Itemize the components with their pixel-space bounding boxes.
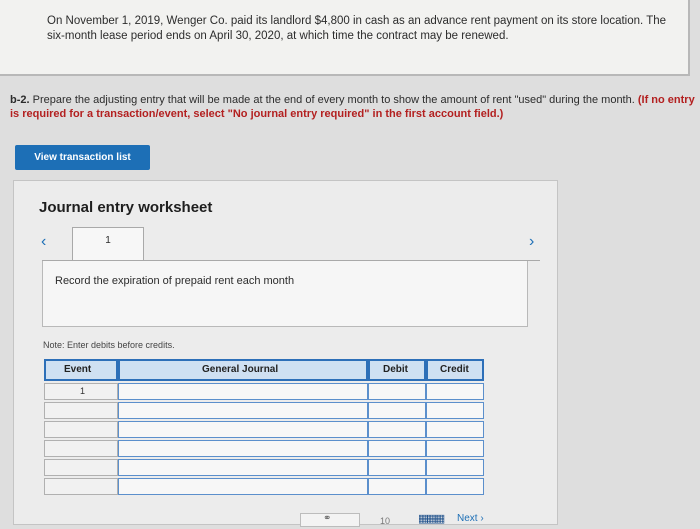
event-cell	[44, 459, 118, 476]
instruction: b-2. Prepare the adjusting entry that wi…	[10, 93, 698, 121]
account-field[interactable]	[118, 402, 368, 419]
event-cell: 1	[44, 383, 118, 400]
table-row	[44, 459, 484, 476]
view-transaction-list-button[interactable]: View transaction list	[15, 145, 150, 170]
description-box: Record the expiration of prepaid rent ea…	[42, 261, 528, 327]
debit-field[interactable]	[368, 421, 426, 438]
event-cell	[44, 421, 118, 438]
account-field[interactable]	[118, 383, 368, 400]
journal-entry-worksheet: Journal entry worksheet ‹ › 1 Record the…	[13, 180, 558, 525]
description-text: Record the expiration of prepaid rent ea…	[55, 275, 295, 287]
next-label: Next	[457, 513, 478, 524]
tab-1[interactable]: 1	[72, 227, 144, 261]
chevron-left-icon[interactable]: ‹	[41, 233, 46, 251]
debit-field[interactable]	[368, 478, 426, 495]
header-credit: Credit	[440, 364, 469, 375]
debit-field[interactable]	[368, 402, 426, 419]
table-row	[44, 478, 484, 495]
account-field[interactable]	[118, 478, 368, 495]
account-field[interactable]	[118, 440, 368, 457]
credit-field[interactable]	[426, 402, 484, 419]
credit-field[interactable]	[426, 478, 484, 495]
event-cell	[44, 440, 118, 457]
instruction-text: Prepare the adjusting entry that will be…	[32, 94, 635, 106]
event-cell	[44, 402, 118, 419]
chevron-right-icon: ›	[480, 513, 484, 524]
chevron-right-icon[interactable]: ›	[529, 233, 534, 251]
table-row: 1	[44, 383, 484, 400]
header-event: Event	[64, 364, 92, 375]
event-number: 1	[80, 386, 86, 396]
debit-field[interactable]	[368, 459, 426, 476]
journal-grid: Event General Journal Debit Credit 1	[44, 359, 484, 529]
footer-bar: ⚭ 10 ▦▦▦ Next ›	[300, 510, 540, 527]
credit-field[interactable]	[426, 421, 484, 438]
worksheet-title: Journal entry worksheet	[39, 199, 213, 216]
header-general-journal: General Journal	[202, 364, 279, 375]
account-field[interactable]	[118, 459, 368, 476]
grid-header: Event General Journal Debit Credit	[44, 359, 484, 381]
table-row	[44, 402, 484, 419]
worksheet-note: Note: Enter debits before credits.	[43, 340, 175, 350]
header-debit: Debit	[383, 364, 408, 375]
grid-icon[interactable]: ▦▦▦	[418, 512, 445, 525]
instruction-label: b-2.	[10, 94, 30, 106]
problem-box: On November 1, 2019, Wenger Co. paid its…	[0, 0, 690, 76]
account-field[interactable]	[118, 421, 368, 438]
credit-field[interactable]	[426, 383, 484, 400]
table-row	[44, 440, 484, 457]
event-cell	[44, 478, 118, 495]
debit-field[interactable]	[368, 440, 426, 457]
credit-field[interactable]	[426, 459, 484, 476]
debit-field[interactable]	[368, 383, 426, 400]
credit-field[interactable]	[426, 440, 484, 457]
table-row	[44, 421, 484, 438]
problem-text: On November 1, 2019, Wenger Co. paid its…	[47, 15, 667, 42]
link-icon: ⚭	[323, 513, 332, 524]
